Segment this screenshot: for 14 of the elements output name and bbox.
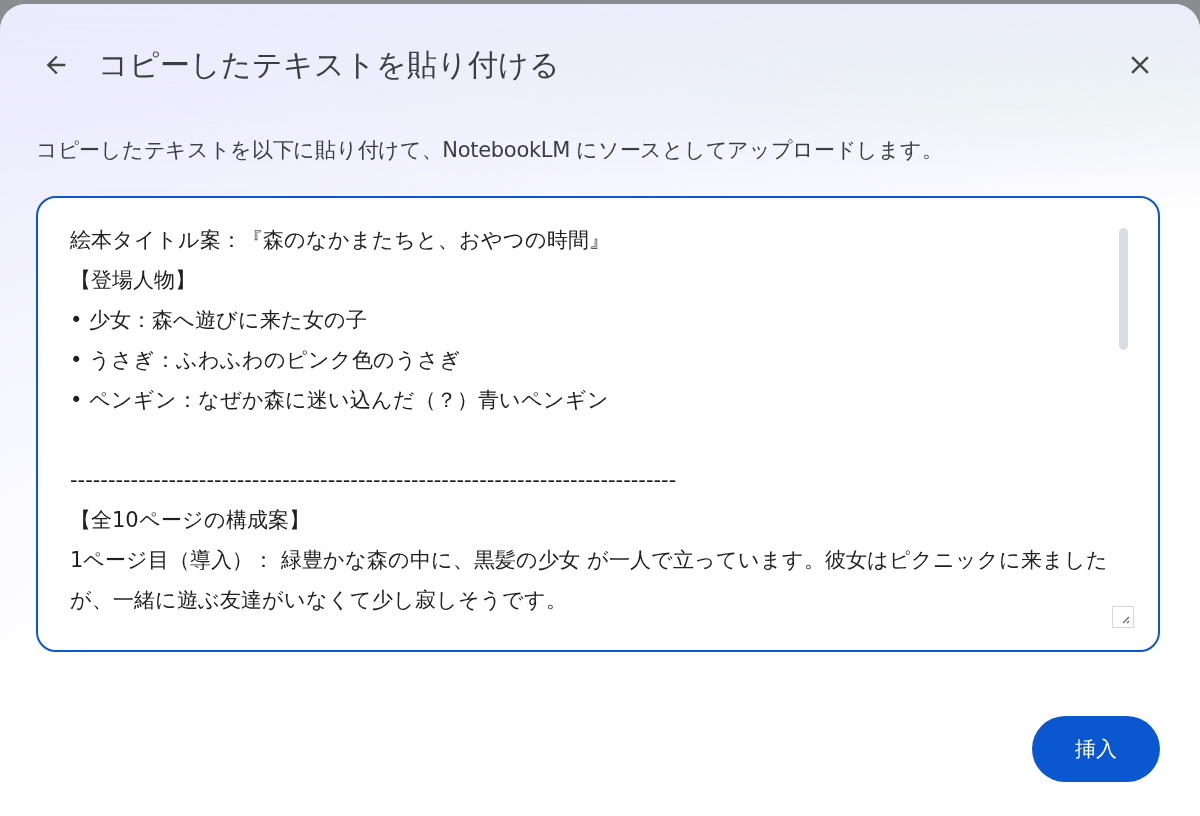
dashed-separator-text: -------------------------------------------------------------------------------- [70,467,677,494]
pasted-text-line: 1ページ目（導入）： 緑豊かな森の中に、黒髪の少女 が一人で立っています。彼女はピクニックに来ましたが、一緒に遊ぶ友達がいなくて少し寂しそうです。 [70,547,1109,614]
pasted-text-line: • うさぎ：ふわふわのピンク色のうさぎ [70,347,462,374]
paste-text-field[interactable] [36,196,1160,652]
pasted-text-line: 絵本タイトル案：『森のなかまたちと、おやつの時間』 [70,227,610,254]
pasted-text-line: • ペンギン：なぜか森に迷い込んだ（？）青いペンギン [70,387,610,414]
insert-button[interactable]: 挿入 [1032,716,1160,782]
pasted-text-line: • 少女：森へ遊びに来た女の子 [70,307,368,334]
pasted-text-line: 【全10ページの構成案】 [70,507,310,534]
dialog-description: コピーしたテキストを以下に貼り付けて、NotebookLM にソースとしてアップロードします。 [36,137,944,164]
resize-handle-icon[interactable] [1112,606,1134,628]
pasted-text-line: 【登場人物】 [70,267,196,294]
scrollbar-thumb[interactable] [1119,228,1128,350]
dialog-title: コピーしたテキストを貼り付ける [98,45,561,84]
